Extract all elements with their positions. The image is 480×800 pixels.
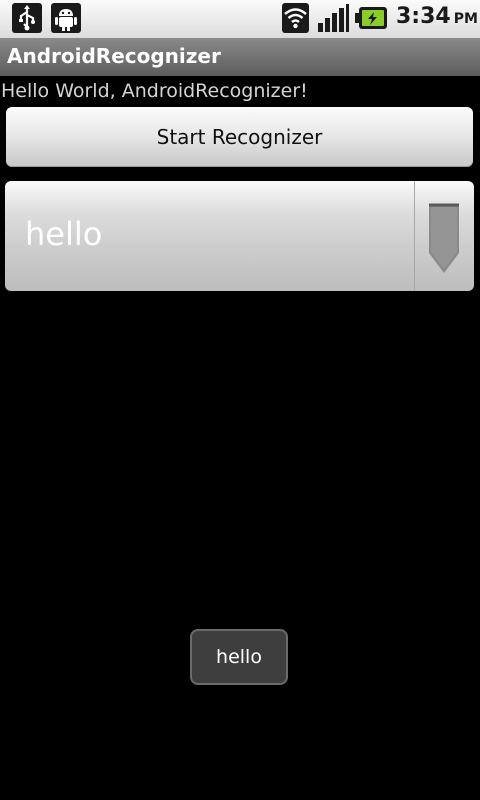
toast-message: hello [190,629,288,685]
greeting-text: Hello World, AndroidRecognizer! [1,80,308,102]
signal-icon [316,3,350,33]
dropdown-arrow-icon[interactable] [427,203,461,275]
spinner-divider [414,181,415,291]
status-clock: 3:34 PM [396,4,478,29]
title-bar: AndroidRecognizer [0,38,480,76]
status-ampm: PM [453,11,478,27]
wifi-icon [282,3,309,33]
app-screen: 3:34 PM AndroidRecognizer Hello World, An… [0,0,480,800]
start-recognizer-label: Start Recognizer [156,125,323,149]
debug-android-icon [51,3,81,33]
battery-charging-icon [355,6,388,30]
usb-icon [12,3,42,33]
status-bar: 3:34 PM [0,0,480,38]
app-title: AndroidRecognizer [7,44,221,68]
spinner-selected-value: hello [25,215,103,253]
status-time: 3:34 [396,4,451,29]
result-spinner[interactable]: hello [5,181,474,291]
start-recognizer-button[interactable]: Start Recognizer [6,107,473,167]
toast-text: hello [216,646,262,668]
